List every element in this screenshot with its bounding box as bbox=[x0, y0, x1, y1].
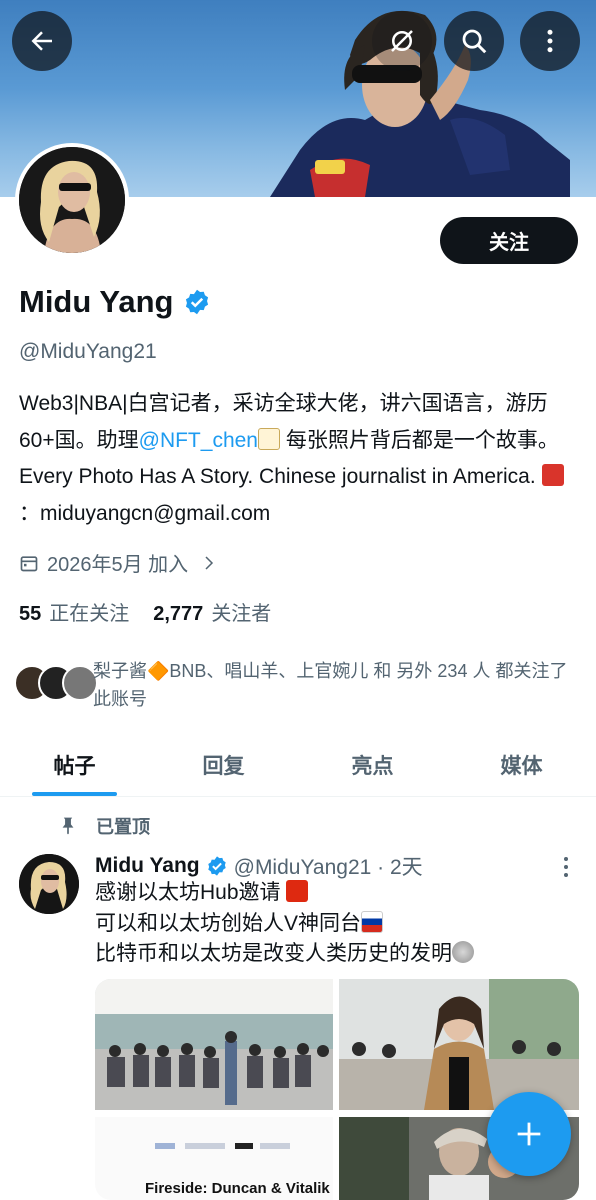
more-button[interactable] bbox=[520, 11, 580, 71]
post-line: 可以和以太坊创始人V神同台 bbox=[95, 909, 474, 940]
avatar-photo bbox=[19, 854, 79, 914]
mailbox-icon bbox=[541, 464, 564, 486]
bio-text-3: ：miduyangcn@gmail.com bbox=[19, 501, 271, 525]
profile-bio: Web3|NBA|白宫记者，采访全球大佬，讲六国语言，游历60+国。助理@NFT… bbox=[19, 386, 579, 532]
compose-fab[interactable] bbox=[487, 1092, 571, 1176]
bio-mention-link[interactable]: @NFT_chen bbox=[139, 429, 258, 452]
tab-posts[interactable]: 帖子 bbox=[0, 733, 149, 796]
media-image-1[interactable] bbox=[95, 979, 333, 1110]
post-text: 感谢以太坊Hub邀请 可以和以太坊创始人V神同台 比特币和以太坊是改变人类历史的… bbox=[95, 878, 474, 970]
follow-button[interactable]: 关注 bbox=[440, 217, 578, 264]
pinned-text: 已置顶 bbox=[96, 817, 150, 837]
follow-stats: 55 正在关注 2,777 关注者 bbox=[19, 597, 271, 626]
media-image-3[interactable]: Fireside: Duncan & Vitalik bbox=[95, 1117, 333, 1200]
post-avatar[interactable] bbox=[19, 854, 79, 914]
russia-flag-icon bbox=[361, 910, 384, 933]
avatar-photo bbox=[19, 147, 125, 253]
post-header: Midu Yang @MiduYang21 · 2天 bbox=[95, 851, 423, 881]
verified-badge-icon[interactable] bbox=[183, 288, 211, 316]
followed-by[interactable]: 梨子酱🔶BNB、唱山羊、上官婉儿 和 另外 234 人 都关注了此账号 bbox=[14, 657, 584, 713]
pin-icon bbox=[62, 817, 74, 835]
post-line: 感谢以太坊Hub邀请 bbox=[95, 878, 474, 909]
memo-icon bbox=[257, 427, 280, 450]
display-name: Midu Yang bbox=[19, 284, 174, 319]
followers-stat[interactable]: 2,777 关注者 bbox=[153, 597, 271, 626]
post-line: 比特币和以太坊是改变人类历史的发明 bbox=[95, 939, 474, 970]
coin-icon bbox=[452, 941, 474, 963]
profile-handle: @MiduYang21 bbox=[19, 340, 157, 363]
joined-text: 2026年5月 加入 bbox=[47, 554, 189, 576]
no-signal-icon bbox=[391, 30, 413, 52]
chevron-right-icon bbox=[205, 555, 214, 570]
media-caption: Fireside: Duncan & Vitalik bbox=[145, 1180, 330, 1197]
pinned-label: 已置顶 bbox=[58, 813, 150, 839]
profile-name: Midu Yang bbox=[19, 284, 211, 320]
search-button[interactable] bbox=[444, 11, 504, 71]
post-meta: @MiduYang21 · 2天 bbox=[233, 856, 423, 879]
followed-by-text: 梨子酱🔶BNB、唱山羊、上官婉儿 和 另外 234 人 都关注了此账号 bbox=[93, 661, 568, 709]
profile-avatar[interactable] bbox=[15, 143, 129, 257]
tab-highlights[interactable]: 亮点 bbox=[298, 733, 447, 796]
following-stat[interactable]: 55 正在关注 bbox=[19, 597, 129, 626]
verified-badge-icon bbox=[207, 856, 226, 876]
plus-icon bbox=[517, 1122, 541, 1146]
post-more-icon[interactable] bbox=[556, 853, 576, 881]
arrow-left-icon bbox=[31, 31, 52, 51]
back-button[interactable] bbox=[12, 11, 72, 71]
profile-tabs: 帖子 回复 亮点 媒体 bbox=[0, 733, 596, 797]
calendar-icon bbox=[20, 555, 38, 571]
mute-button[interactable] bbox=[372, 11, 432, 71]
hong-kong-flag-icon bbox=[286, 880, 309, 902]
media-image-2[interactable] bbox=[339, 979, 579, 1110]
tab-replies[interactable]: 回复 bbox=[149, 733, 298, 796]
joined-date[interactable]: 2026年5月 加入 bbox=[19, 548, 218, 577]
search-icon bbox=[462, 29, 487, 54]
post-author[interactable]: Midu Yang bbox=[95, 854, 200, 878]
tab-media[interactable]: 媒体 bbox=[447, 733, 596, 796]
more-vertical-icon bbox=[547, 29, 553, 53]
